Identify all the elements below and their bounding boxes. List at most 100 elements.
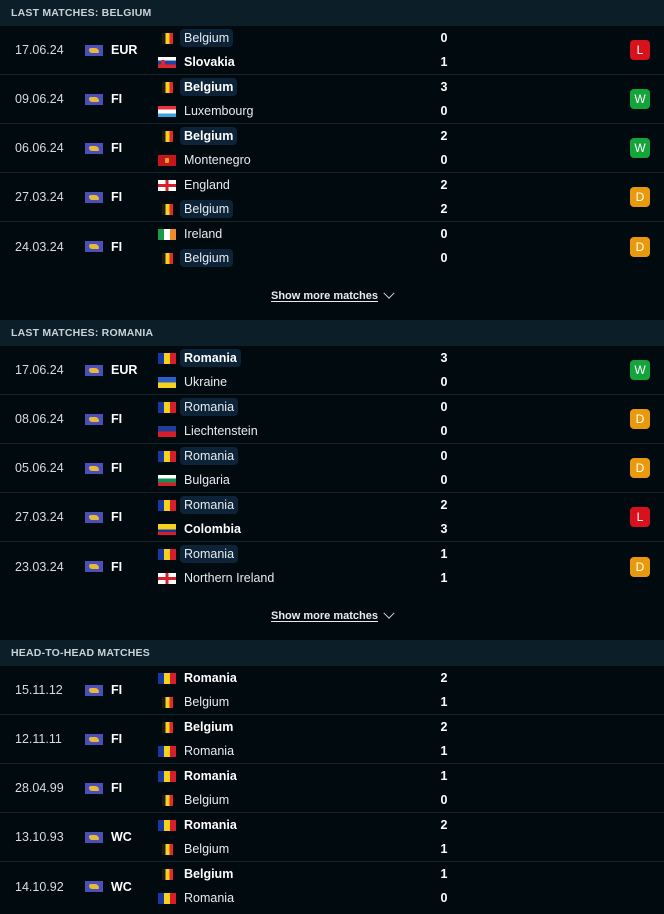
home-team-name: Romania <box>180 349 241 367</box>
competition-code: FI <box>111 190 123 204</box>
match-date: 17.06.24 <box>15 43 64 57</box>
home-team: Romania <box>158 397 239 417</box>
world-competition-icon <box>85 462 103 474</box>
show-more-button[interactable]: Show more matches <box>0 591 664 640</box>
match-date: 08.06.24 <box>15 412 64 426</box>
match-row[interactable]: 08.06.24 FI Romania Liechtenstein 0 0 D <box>0 395 664 444</box>
teams: Belgium Romania <box>158 715 438 763</box>
away-team: Montenegro <box>158 150 255 170</box>
home-flag-icon <box>158 770 176 782</box>
home-team: Romania <box>158 544 239 564</box>
match-row[interactable]: 06.06.24 FI Belgium Montenegro 2 0 W <box>0 124 664 173</box>
world-competition-icon <box>85 561 103 572</box>
teams: Romania Belgium <box>158 813 438 861</box>
teams: Romania Ukraine <box>158 346 438 394</box>
match-row[interactable]: 24.03.24 FI Ireland Belgium 0 0 D <box>0 222 664 271</box>
home-flag-icon <box>158 179 176 191</box>
world-competition-icon <box>85 782 103 794</box>
away-team: Romania <box>158 888 238 908</box>
world-competition-icon <box>85 142 103 154</box>
home-flag-icon <box>158 228 176 240</box>
away-team: Bulgaria <box>158 470 234 490</box>
away-score: 3 <box>440 522 448 536</box>
result-badge: L <box>630 40 650 60</box>
teams: Belgium Slovakia <box>158 26 438 74</box>
match-row[interactable]: 13.10.93 WC Romania Belgium 2 1 <box>0 813 664 862</box>
away-score: 0 <box>440 473 448 487</box>
match-row[interactable]: 23.03.24 FI Romania Northern Ireland 1 1… <box>0 542 664 591</box>
home-team-name: Romania <box>184 671 237 685</box>
match-date: 13.10.93 <box>15 830 64 844</box>
world-competition-icon <box>85 881 103 892</box>
home-team-name: Belgium <box>184 867 234 881</box>
home-flag-icon <box>158 819 176 831</box>
match-row[interactable]: 17.06.24 EUR Romania Ukraine 3 0 W <box>0 346 664 395</box>
home-flag-icon <box>158 548 176 560</box>
away-flag-icon <box>158 892 176 904</box>
home-flag-icon <box>162 81 173 93</box>
teams: Romania Bulgaria <box>158 444 438 492</box>
away-flag-icon <box>158 523 176 535</box>
home-flag-icon <box>158 401 176 413</box>
away-team-name: Liechtenstein <box>184 424 258 438</box>
away-flag-icon <box>162 794 173 806</box>
world-competition-icon <box>85 364 103 376</box>
competition-code: EUR <box>111 43 138 57</box>
away-team: Belgium <box>158 692 233 712</box>
match-row[interactable]: 27.03.24 FI Romania Colombia 2 3 L <box>0 493 664 542</box>
match-date: 27.03.24 <box>15 190 64 204</box>
show-more-button[interactable]: Show more matches <box>0 271 664 320</box>
match-date: 15.11.12 <box>15 683 63 697</box>
away-score: 0 <box>440 793 448 807</box>
match-row[interactable]: 17.06.24 EUR Belgium Slovakia 0 1 L <box>0 26 664 75</box>
world-competition-icon <box>85 733 103 745</box>
match-row[interactable]: 09.06.24 FI Belgium Luxembourg 3 0 W <box>0 75 664 124</box>
away-flag-icon <box>162 843 173 855</box>
chevron-down-icon[interactable] <box>383 607 395 619</box>
competition-code: FI <box>111 732 123 746</box>
match-date: 27.03.24 <box>15 510 64 524</box>
home-score: 0 <box>440 227 448 241</box>
match-date: 09.06.24 <box>15 92 64 106</box>
home-flag-icon <box>162 868 173 880</box>
match-row[interactable]: 14.10.92 WC Belgium Romania 1 0 <box>0 862 664 911</box>
away-team-name: Slovakia <box>184 55 235 69</box>
show-more-link[interactable]: Show more matches <box>271 610 378 622</box>
teams: Belgium Romania <box>158 862 438 911</box>
away-score: 0 <box>440 153 448 167</box>
chevron-down-icon[interactable] <box>383 287 395 299</box>
away-score: 1 <box>440 744 448 758</box>
teams: Romania Northern Ireland <box>158 542 438 591</box>
competition-code: FI <box>111 92 123 106</box>
competition-code: FI <box>111 412 123 426</box>
match-row[interactable]: 12.11.11 FI Belgium Romania 2 1 <box>0 715 664 764</box>
result-badge: W <box>630 138 650 158</box>
home-score: 2 <box>440 178 448 192</box>
match-row[interactable]: 28.04.99 FI Romania Belgium 1 0 <box>0 764 664 813</box>
matches-section-0: LAST MATCHES: BELGIUM 17.06.24 EUR Belgi… <box>0 0 664 320</box>
match-date: 23.03.24 <box>15 559 64 574</box>
away-team: Belgium <box>158 839 233 859</box>
world-competition-icon <box>85 93 103 105</box>
away-score: 1 <box>440 571 448 585</box>
home-team: Belgium <box>158 77 238 97</box>
away-team-name: Romania <box>184 891 235 905</box>
match-date: 05.06.24 <box>15 461 64 475</box>
away-team: Romania <box>158 741 238 761</box>
away-team: Colombia <box>158 519 245 539</box>
show-more-link[interactable]: Show more matches <box>271 290 378 302</box>
teams: Romania Belgium <box>158 764 438 812</box>
match-row[interactable]: 27.03.24 FI England Belgium 2 2 D <box>0 173 664 222</box>
match-row[interactable]: 05.06.24 FI Romania Bulgaria 0 0 D <box>0 444 664 493</box>
away-score: 2 <box>440 202 448 216</box>
away-flag-icon <box>162 203 173 215</box>
away-flag-icon <box>158 376 176 388</box>
away-score: 0 <box>440 891 448 905</box>
match-row[interactable]: 15.11.12 FI Romania Belgium 2 1 <box>0 666 664 715</box>
match-date: 06.06.24 <box>15 141 64 155</box>
result-badge: W <box>630 360 650 380</box>
world-competition-icon <box>85 44 103 56</box>
away-team: Luxembourg <box>158 101 258 121</box>
away-team-name: Romania <box>184 744 235 758</box>
away-score: 1 <box>440 695 448 709</box>
